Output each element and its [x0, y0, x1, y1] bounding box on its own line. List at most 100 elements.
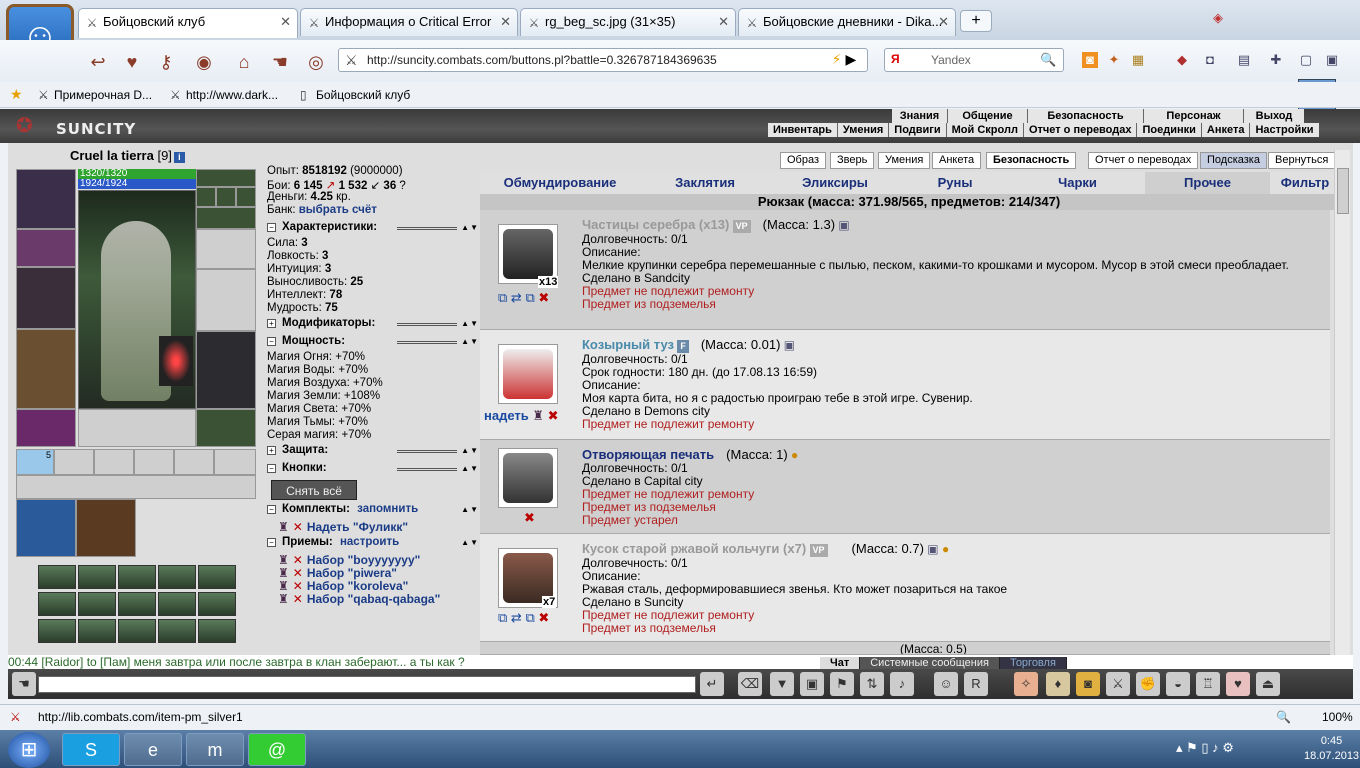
menu-inventory[interactable]: Инвентарь — [768, 123, 838, 137]
heart-icon[interactable]: ♥ — [118, 50, 146, 74]
item-name[interactable]: Козырный туз — [582, 337, 674, 352]
skill-row[interactable] — [38, 619, 238, 643]
tag-icon[interactable]: ◆ — [1174, 52, 1190, 68]
close-tab-icon[interactable]: ✕ — [280, 14, 291, 30]
camera-icon[interactable]: ◘ — [1202, 52, 1218, 68]
amulet-slot[interactable] — [196, 169, 256, 187]
bag-icon[interactable]: ♦ — [1046, 672, 1070, 696]
tools-icon[interactable]: ✚ — [1268, 52, 1284, 68]
hearts-icon[interactable]: ♥ — [1226, 672, 1250, 696]
translit-icon[interactable]: R — [964, 672, 988, 696]
tab-spells[interactable]: Заклятия — [640, 172, 770, 194]
menu-feats[interactable]: Подвиги — [889, 123, 947, 137]
eraser-icon[interactable]: ⌫ — [738, 672, 762, 696]
earrings-slot[interactable] — [196, 207, 256, 229]
btn-image[interactable]: Образ — [780, 152, 827, 169]
sword-icon[interactable]: ⚔ — [1106, 672, 1130, 696]
ie-icon[interactable]: e — [124, 733, 182, 766]
scroll-slot[interactable] — [94, 449, 134, 475]
new-tab-button[interactable]: + — [960, 10, 992, 32]
helmet-slot[interactable] — [16, 169, 76, 229]
enter-icon[interactable]: ↵ — [700, 672, 724, 696]
btn-return[interactable]: Вернуться — [1268, 152, 1336, 169]
tab-critical-error[interactable]: ⚔ Информация о Critical Error ✕ — [300, 8, 518, 36]
section-modifiers[interactable]: + Модификаторы: ▲▼ — [267, 317, 479, 331]
hit-icon[interactable]: ✧ — [1014, 672, 1038, 696]
save-icon[interactable]: ▣ — [800, 672, 824, 696]
ring-slot-3[interactable] — [236, 187, 256, 207]
move-set-item[interactable]: ♜ ✕ Набор "boyyyyyyy" — [278, 553, 420, 567]
boots-slot[interactable] — [196, 409, 256, 447]
hand-icon[interactable]: ☚ — [266, 50, 294, 74]
tab-elixirs[interactable]: Эликсиры — [770, 172, 900, 194]
btn-hint[interactable]: Подсказка — [1200, 152, 1267, 169]
go-button[interactable]: ⚡ ▶ — [820, 48, 868, 72]
scroll-slot[interactable] — [214, 449, 256, 475]
armor-slot[interactable] — [16, 329, 76, 409]
tab-image[interactable]: ⚔ rg_beg_sc.jpg (31×35) ✕ — [520, 8, 736, 36]
menu-profile[interactable]: Анкета — [1202, 123, 1251, 137]
bookmark-item[interactable]: ▯ Бойцовский клуб — [300, 88, 410, 102]
tab-runes[interactable]: Руны — [900, 172, 1010, 194]
favorites-star-icon[interactable]: ★ — [10, 86, 23, 103]
btn-skills[interactable]: Умения — [878, 152, 931, 169]
delete-icon[interactable]: ✖ — [524, 510, 535, 525]
elixir-slot[interactable]: 5 — [16, 449, 54, 475]
tab-charms[interactable]: Чарки — [1010, 172, 1145, 194]
item-image[interactable] — [498, 224, 558, 284]
shield-slot[interactable] — [196, 269, 256, 331]
scroll-slot[interactable] — [174, 449, 214, 475]
tab-filter[interactable]: Фильтр — [1270, 172, 1340, 194]
close-tab-icon[interactable]: ✕ — [938, 14, 949, 30]
wear-link[interactable]: надеть — [484, 408, 529, 423]
home-icon[interactable]: ⌂ — [230, 50, 258, 74]
zoom-icon[interactable]: 🔍 — [1276, 710, 1291, 724]
exchange-icon[interactable]: ⇄ — [511, 290, 522, 305]
tab-diaries[interactable]: ⚔ Бойцовские дневники - Dika... ✕ — [738, 8, 956, 36]
grid-icon[interactable]: ▦ — [1130, 52, 1146, 68]
close-tab-icon[interactable]: ✕ — [500, 14, 511, 30]
filter-icon[interactable]: ▼ — [770, 672, 794, 696]
ring-slot-1[interactable] — [196, 187, 216, 207]
bookmark-item[interactable]: ⚔ http://www.dark... — [170, 88, 278, 102]
hand-icon[interactable]: ☚ — [12, 672, 36, 696]
tab-fight-club[interactable]: ⚔ Бойцовский клуб ✕ — [78, 8, 298, 38]
inventory-scrollbar[interactable] — [1334, 150, 1350, 655]
item-name[interactable]: Отворяющая печать — [582, 447, 714, 462]
delete-icon[interactable]: ✖ — [548, 408, 559, 423]
exit-icon[interactable]: ⏏ — [1256, 672, 1280, 696]
pants-slot[interactable] — [196, 331, 256, 409]
belt-slot[interactable] — [16, 409, 76, 447]
menu-skills[interactable]: Умения — [838, 123, 890, 137]
move-set-item[interactable]: ♜ ✕ Набор "koroleva" — [278, 579, 408, 593]
menu-communication[interactable]: Общение — [948, 109, 1028, 123]
info-icon[interactable]: i — [173, 152, 185, 163]
item-image[interactable] — [498, 448, 558, 508]
delete-icon[interactable]: ✖ — [538, 290, 549, 305]
chat-input[interactable] — [38, 676, 696, 693]
shield-icon[interactable]: ◈ — [1210, 10, 1226, 26]
menu-transfer-report[interactable]: Отчет о переводах — [1024, 123, 1138, 137]
section-buttons[interactable]: − Кнопки: ▲▼ — [267, 462, 479, 476]
menu-my-scroll[interactable]: Мой Скролл — [947, 123, 1024, 137]
close-tab-icon[interactable]: ✕ — [718, 14, 729, 30]
clock[interactable]: 0:45 18.07.2013 — [1304, 734, 1359, 764]
bank-link[interactable]: выбрать счёт — [299, 204, 377, 216]
tray-icons[interactable]: ▴ ⚑ ▯ ♪ ⚙ — [1176, 740, 1234, 756]
section-characteristics[interactable]: − Характеристики: ▲▼ — [267, 221, 479, 235]
weapon-slot[interactable] — [16, 267, 76, 329]
fist-icon[interactable]: ✊ — [1136, 672, 1160, 696]
sort-icon[interactable]: ⇅ — [860, 672, 884, 696]
window-icon[interactable]: ▢ — [1298, 52, 1314, 68]
menu-fights[interactable]: Поединки — [1137, 123, 1202, 137]
transfer-icon[interactable]: ⧉ — [498, 610, 507, 625]
ring-icon[interactable]: ◎ — [302, 50, 330, 74]
btn-transfer-report[interactable]: Отчет о переводах — [1088, 152, 1199, 169]
scroll-slot[interactable] — [54, 449, 94, 475]
rune-slots[interactable] — [78, 409, 196, 447]
pet-slot[interactable] — [16, 499, 76, 557]
maxthon-icon[interactable]: m — [186, 733, 244, 766]
smile-icon[interactable]: ☺ — [934, 672, 958, 696]
start-button[interactable]: ⊞ — [8, 732, 50, 768]
item-image[interactable] — [498, 344, 558, 404]
